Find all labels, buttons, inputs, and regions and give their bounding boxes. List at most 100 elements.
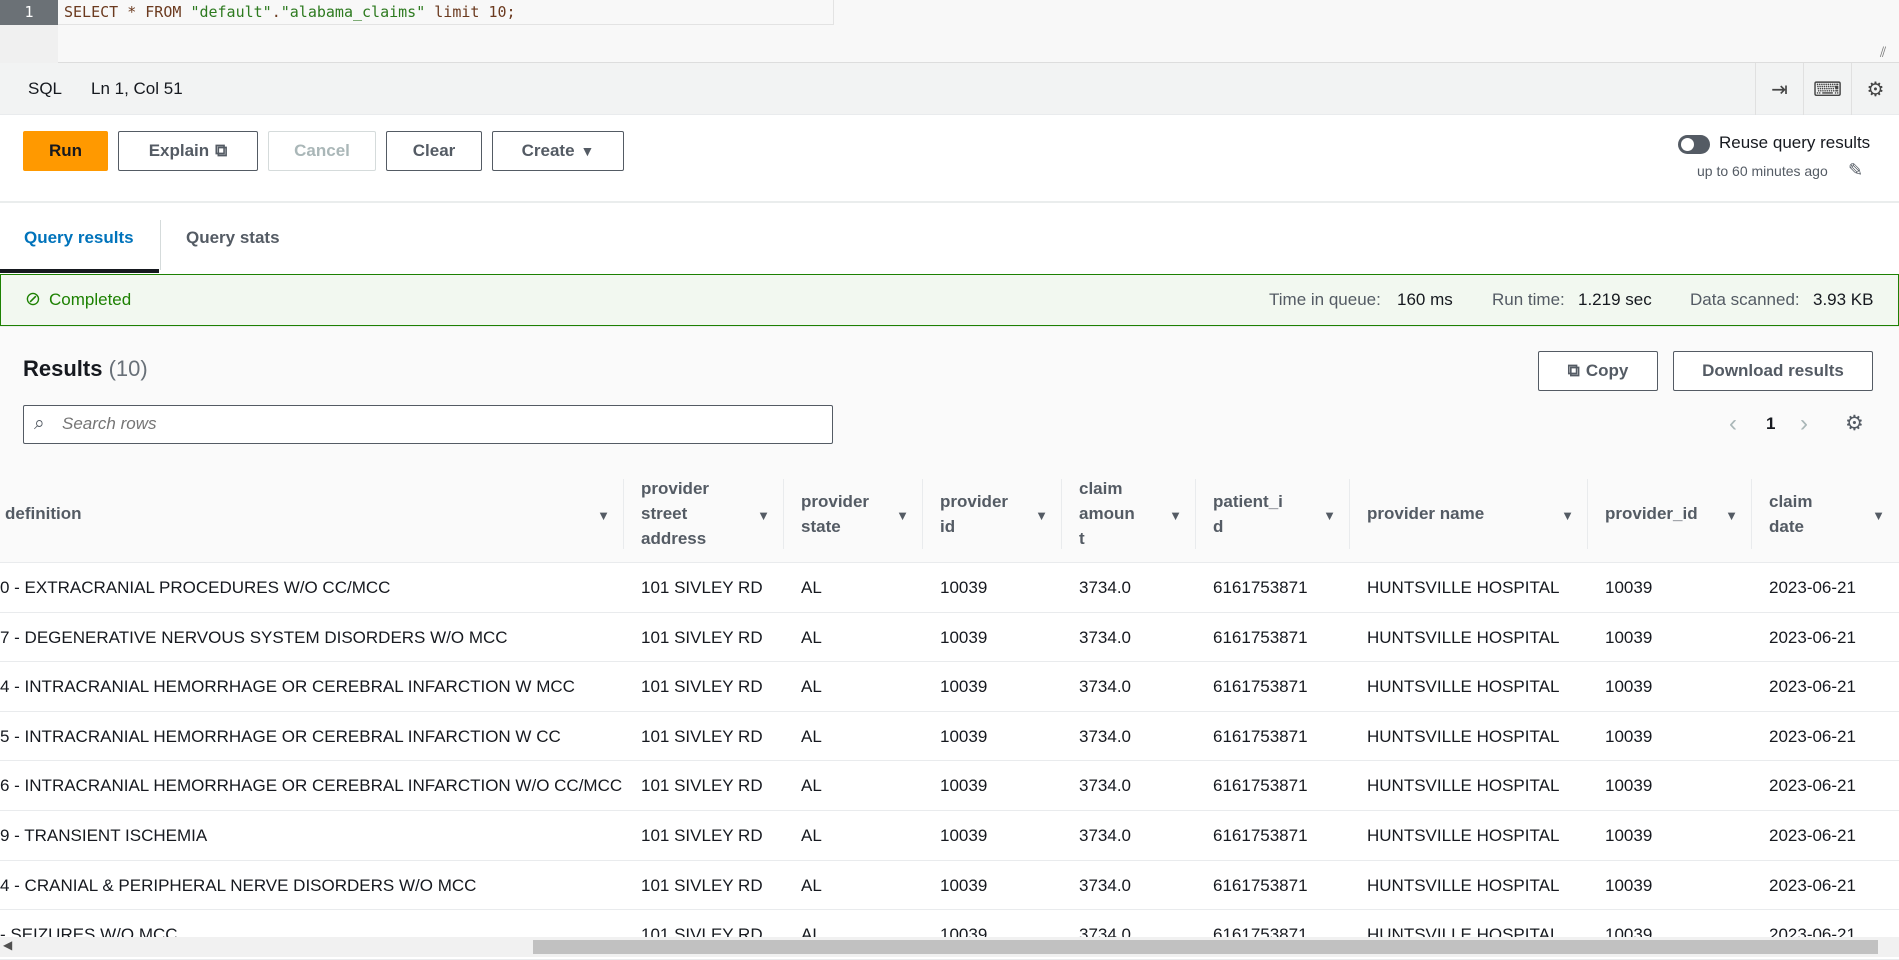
column-header-text: provider id <box>940 491 1009 536</box>
create-dropdown[interactable]: Create ▼ <box>492 131 624 171</box>
column-header[interactable]: provider nameprovider name▼ <box>1350 465 1588 563</box>
resize-handle-icon[interactable]: ⫽ <box>1880 44 1886 61</box>
table-cell: AL <box>801 776 822 796</box>
table-cell: 6 - INTRACRANIAL HEMORRHAGE OR CEREBRAL … <box>0 776 623 796</box>
table-cell: HUNTSVILLE HOSPITAL <box>1367 627 1560 647</box>
data-scanned-label: Data scanned: <box>1690 290 1800 309</box>
search-rows-field[interactable] <box>62 406 822 442</box>
table-cell: 3734.0 <box>1079 875 1131 895</box>
search-icon: ⌕ <box>34 413 45 434</box>
line-number: 1 <box>0 0 58 25</box>
table-cell: 10039 <box>940 627 988 647</box>
table-settings-icon[interactable]: ⚙ <box>1845 411 1864 436</box>
tab-divider <box>160 220 161 270</box>
editor-status-bar: SQL Ln 1, Col 51 <box>0 63 1899 115</box>
page-number[interactable]: 1 <box>1766 414 1775 434</box>
explain-button[interactable]: Explain ⧉ <box>118 131 258 171</box>
table-cell: HUNTSVILLE HOSPITAL <box>1367 826 1560 845</box>
status-banner: ⊘ Completed Time in queue: 160 ms Run ti… <box>0 274 1899 326</box>
sort-icon[interactable]: ▼ <box>1561 503 1574 528</box>
clear-label: Clear <box>412 141 456 160</box>
copy-button[interactable]: ⧉ Copy <box>1538 351 1658 391</box>
active-tab-indicator <box>0 269 159 273</box>
column-header[interactable]: provider street addressproviderstreetadd… <box>624 465 784 563</box>
run-time-label: Run time: <box>1492 290 1565 309</box>
column-header-text: provider street address <box>641 479 710 548</box>
column-header-text: claim amoun t <box>1079 479 1135 548</box>
code-keyword: SELECT * FROM <box>64 3 191 21</box>
sort-icon[interactable]: ▼ <box>896 503 909 528</box>
table-cell: 10039 <box>940 826 988 845</box>
table-cell: 3734.0 <box>1079 826 1131 845</box>
table-cell: 4 - INTRACRANIAL HEMORRHAGE OR CEREBRAL … <box>0 677 575 697</box>
tab-query-results[interactable]: Query results <box>24 203 134 273</box>
column-header[interactable]: patient_idpatient_id▼ <box>1196 465 1350 563</box>
table-cell: HUNTSVILLE HOSPITAL <box>1367 677 1560 697</box>
sort-icon[interactable]: ▼ <box>1725 503 1738 528</box>
table-cell: 3734.0 <box>1079 677 1131 697</box>
table-cell: 101 SIVLEY RD <box>641 578 763 597</box>
table-cell: 9 - TRANSIENT ISCHEMIA <box>0 826 208 845</box>
sort-icon[interactable]: ▼ <box>757 503 770 528</box>
column-header[interactable]: definitiondefinition▼ <box>0 465 624 563</box>
column-header[interactable]: provider stateproviderstate▼ <box>784 465 923 563</box>
keyboard-icon[interactable]: ⌨ <box>1803 63 1851 115</box>
sort-icon[interactable]: ▼ <box>1323 503 1336 528</box>
table-cell: AL <box>801 677 822 697</box>
column-header-text: definition <box>5 504 82 523</box>
sort-icon[interactable]: ▼ <box>597 503 610 528</box>
cancel-button[interactable]: Cancel <box>268 131 376 171</box>
download-label: Download results <box>1702 361 1844 380</box>
table-row: 0 - EXTRACRANIAL PROCEDURES W/O CC/MCC 10… <box>0 563 1899 613</box>
search-rows-input[interactable]: ⌕ <box>23 405 833 444</box>
queue-time-value: 160 ms <box>1397 290 1453 309</box>
sql-code[interactable]: SELECT * FROM "default"."alabama_claims"… <box>64 0 516 25</box>
tab-query-stats[interactable]: Query stats <box>186 203 280 273</box>
run-button[interactable]: Run <box>23 131 108 171</box>
results-title: Results (10) <box>23 356 148 382</box>
column-header[interactable]: claim amountclaimamount▼ <box>1062 465 1196 563</box>
scrollbar-thumb[interactable] <box>533 940 1878 954</box>
table-cell: 6161753871 <box>1213 726 1308 746</box>
sort-icon[interactable]: ▼ <box>1169 503 1182 528</box>
language-label: SQL <box>28 79 63 98</box>
table-row: 4 - CRANIAL & PERIPHERAL NERVE DISORDERS… <box>0 860 1899 911</box>
reuse-results-toggle[interactable] <box>1678 135 1710 154</box>
column-header-text: provider name <box>1367 504 1485 523</box>
table-row: 6 - INTRACRANIAL HEMORRHAGE OR CEREBRAL … <box>0 761 1899 811</box>
reuse-results-label: Reuse query results <box>1719 133 1871 152</box>
reuse-results-duration: up to 60 minutes ago <box>1697 163 1828 179</box>
horizontal-scrollbar[interactable]: ◀ <box>0 937 1899 957</box>
indent-icon[interactable]: ⇥ <box>1755 63 1803 115</box>
table-cell: 10039 <box>940 726 988 746</box>
table-cell: 5 - INTRACRANIAL HEMORRHAGE OR CEREBRAL … <box>0 726 561 746</box>
sort-icon[interactable]: ▼ <box>1035 503 1048 528</box>
column-header-text: provider state <box>801 491 870 536</box>
gear-icon[interactable]: ⚙ <box>1851 63 1899 115</box>
column-header[interactable]: provider idproviderid▼ <box>923 465 1062 563</box>
table-cell: 101 SIVLEY RD <box>641 726 763 746</box>
download-results-button[interactable]: Download results <box>1673 351 1873 391</box>
external-link-icon: ⧉ <box>215 141 228 160</box>
column-header[interactable]: provider_idprovider_id▼ <box>1588 465 1752 563</box>
table-cell: 0 - EXTRACRANIAL PROCEDURES W/O CC/MCC <box>0 578 391 597</box>
clear-button[interactable]: Clear <box>386 131 482 171</box>
next-page-icon[interactable]: › <box>1800 410 1808 438</box>
table-cell: 6161753871 <box>1213 875 1308 895</box>
edit-icon[interactable]: ✎ <box>1848 160 1863 181</box>
copy-label: Copy <box>1585 361 1629 380</box>
caret-down-icon: ▼ <box>580 143 595 159</box>
sort-icon[interactable]: ▼ <box>1872 503 1885 528</box>
table-row: 4 - INTRACRANIAL HEMORRHAGE OR CEREBRAL … <box>0 662 1899 712</box>
column-header[interactable]: claim dateclaimdate▼ <box>1752 465 1899 563</box>
table-cell: HUNTSVILLE HOSPITAL <box>1367 875 1560 895</box>
table-cell: 2023-06-21 <box>1769 627 1856 647</box>
table-cell: 7 - DEGENERATIVE NERVOUS SYSTEM DISORDER… <box>0 627 508 647</box>
table-cell: 101 SIVLEY RD <box>641 875 763 895</box>
scroll-left-icon[interactable]: ◀ <box>3 938 12 952</box>
table-cell: 10039 <box>1605 726 1653 746</box>
divider <box>0 201 1899 203</box>
table-cell: 10039 <box>940 677 988 697</box>
table-cell: 2023-06-21 <box>1769 726 1856 746</box>
prev-page-icon[interactable]: ‹ <box>1729 410 1737 438</box>
